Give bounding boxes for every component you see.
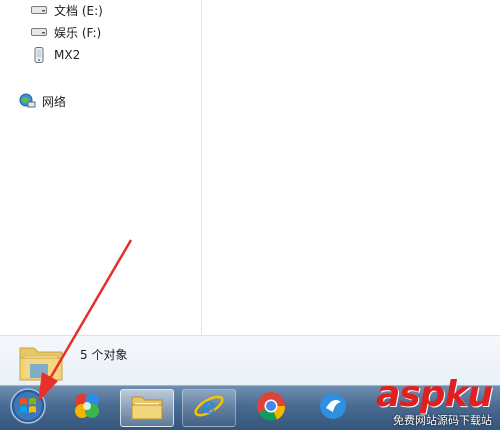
watermark: aspku 免费网站源码下载站 xyxy=(375,374,493,428)
watermark-subtitle: 免费网站源码下载站 xyxy=(393,414,492,427)
red-arrow-annotation xyxy=(38,239,133,402)
watermark-logo: aspku xyxy=(375,374,493,415)
